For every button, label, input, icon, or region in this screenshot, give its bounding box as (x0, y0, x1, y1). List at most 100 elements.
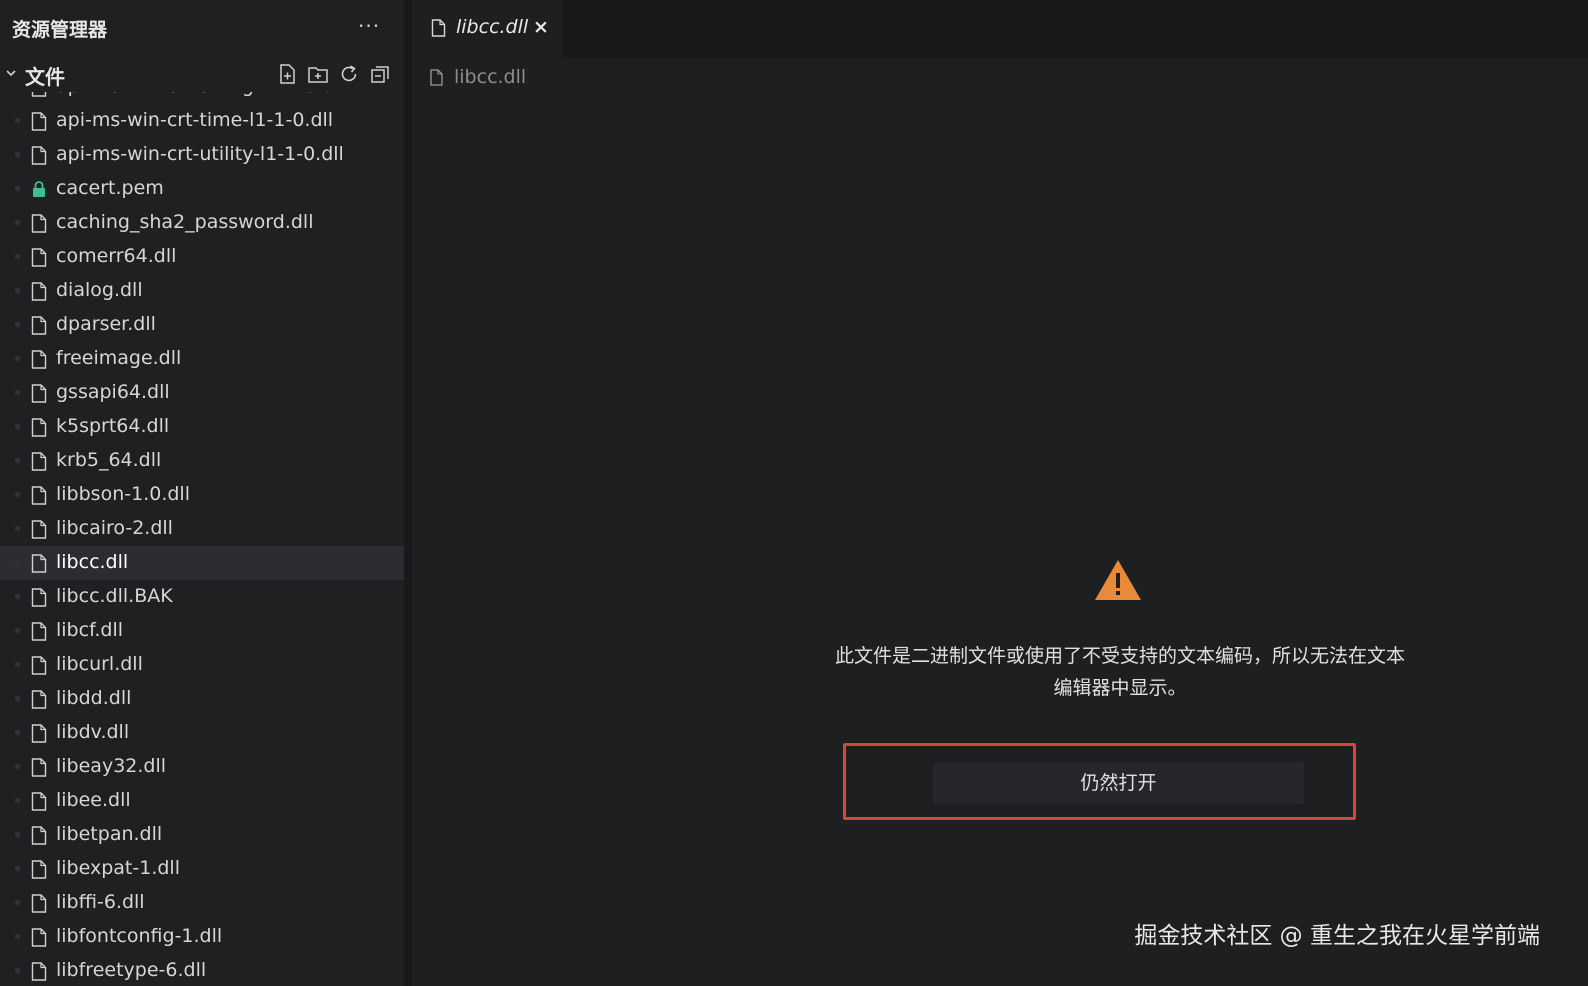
file-item[interactable]: comerr64.dll (0, 240, 404, 274)
file-icon (31, 588, 47, 607)
indent-guide (15, 186, 20, 191)
file-item[interactable]: dialog.dll (0, 274, 404, 308)
indent-guide (15, 628, 20, 633)
open-anyway-button[interactable]: 仍然打开 (933, 762, 1304, 804)
file-name: comerr64.dll (56, 245, 177, 267)
file-icon (31, 282, 47, 301)
file-name: caching_sha2_password.dll (56, 211, 314, 233)
section-header-files[interactable]: 文件 (0, 58, 404, 92)
file-icon (31, 350, 47, 369)
watermark-text: 掘金技术社区 @ 重生之我在火星学前端 (1134, 923, 1540, 949)
indent-guide (15, 900, 20, 905)
message-line-2: 编辑器中显示。 (1053, 677, 1187, 699)
file-item[interactable]: libcairo-2.dll (0, 512, 404, 546)
file-item[interactable]: libcf.dll (0, 614, 404, 648)
file-item[interactable]: libetpan.dll (0, 818, 404, 852)
file-item[interactable]: caching_sha2_password.dll (0, 206, 404, 240)
file-name: libfreetype-6.dll (56, 959, 207, 981)
file-item[interactable]: k5sprt64.dll (0, 410, 404, 444)
file-item[interactable]: gssapi64.dll (0, 376, 404, 410)
chevron-down-icon (6, 70, 16, 77)
indent-guide (15, 560, 20, 565)
file-name: gssapi64.dll (56, 381, 170, 403)
file-icon (31, 248, 47, 267)
indent-guide (15, 832, 20, 837)
file-item[interactable]: libcc.dll (0, 546, 404, 580)
new-file-icon[interactable] (276, 63, 298, 85)
indent-guide (15, 594, 20, 599)
file-name: k5sprt64.dll (56, 415, 170, 437)
file-name: libffi-6.dll (56, 891, 145, 913)
file-item[interactable]: libee.dll (0, 784, 404, 818)
indent-guide (15, 152, 20, 157)
file-name: api-ms-win-crt-utility-l1-1-0.dll (56, 143, 344, 165)
indent-guide (15, 118, 20, 123)
file-icon (31, 690, 47, 709)
file-icon (31, 384, 47, 403)
lock-icon (33, 181, 45, 197)
file-item[interactable]: libcc.dll.BAK (0, 580, 404, 614)
warning-icon (1095, 560, 1141, 600)
file-item[interactable]: cacert.pem (0, 172, 404, 206)
file-icon (31, 928, 47, 947)
tab-libcc-dll[interactable]: libcc.dll × (412, 0, 563, 58)
file-name: dialog.dll (56, 279, 143, 301)
file-item[interactable]: libdv.dll (0, 716, 404, 750)
file-name: libexpat-1.dll (56, 857, 180, 879)
tab-bar: libcc.dll × (412, 0, 1588, 58)
file-item[interactable]: libfontconfig-1.dll (0, 920, 404, 954)
indent-guide (15, 356, 20, 361)
file-name: libbson-1.0.dll (56, 483, 190, 505)
file-item[interactable]: libeay32.dll (0, 750, 404, 784)
file-icon (31, 724, 47, 743)
indent-guide (15, 526, 20, 531)
indent-guide (15, 288, 20, 293)
explorer-title: 资源管理器 (12, 19, 108, 41)
app-window: 资源管理器 ··· api-ms-win-crt-string-l1-1-0.d… (0, 0, 1588, 986)
file-item[interactable]: libdd.dll (0, 682, 404, 716)
file-item[interactable]: libbson-1.0.dll (0, 478, 404, 512)
file-icon (31, 452, 47, 471)
more-actions-button[interactable]: ··· (358, 14, 380, 38)
file-icon (31, 554, 47, 573)
file-item[interactable]: krb5_64.dll (0, 444, 404, 478)
message-line-1: 此文件是二进制文件或使用了不受支持的文本编码，所以无法在文本 (834, 645, 1405, 667)
file-icon (31, 520, 47, 539)
collapse-all-icon[interactable] (369, 63, 391, 85)
explorer-sidebar: 资源管理器 ··· api-ms-win-crt-string-l1-1-0.d… (0, 0, 404, 986)
indent-guide (15, 458, 20, 463)
new-folder-icon[interactable] (307, 63, 329, 85)
file-list: api-ms-win-crt-string-l1-1-0.dllapi-ms-w… (0, 84, 404, 986)
file-icon (31, 112, 47, 131)
indent-guide (15, 424, 20, 429)
section-label: 文件 (25, 65, 65, 89)
sidebar-resize-handle[interactable] (404, 0, 412, 986)
breadcrumb-label: libcc.dll (454, 66, 527, 88)
file-name: libcairo-2.dll (56, 517, 173, 539)
binary-file-message: 此文件是二进制文件或使用了不受支持的文本编码，所以无法在文本 编辑器中显示。 (810, 640, 1430, 704)
file-item[interactable]: libexpat-1.dll (0, 852, 404, 886)
file-item[interactable]: dparser.dll (0, 308, 404, 342)
file-icon (31, 214, 47, 233)
file-name: api-ms-win-crt-time-l1-1-0.dll (56, 109, 334, 131)
file-item[interactable]: api-ms-win-crt-utility-l1-1-0.dll (0, 138, 404, 172)
refresh-icon[interactable] (338, 63, 360, 85)
file-item[interactable]: api-ms-win-crt-time-l1-1-0.dll (0, 104, 404, 138)
file-item[interactable]: libcurl.dll (0, 648, 404, 682)
indent-guide (15, 730, 20, 735)
file-item[interactable]: libffi-6.dll (0, 886, 404, 920)
file-icon (31, 622, 47, 641)
indent-guide (15, 492, 20, 497)
file-name: libdd.dll (56, 687, 132, 709)
indent-guide (15, 220, 20, 225)
file-item[interactable]: freeimage.dll (0, 342, 404, 376)
close-icon[interactable]: × (533, 16, 549, 38)
tab-label: libcc.dll (456, 16, 529, 38)
file-name: libdv.dll (56, 721, 130, 743)
file-icon (430, 69, 443, 86)
file-icon (31, 486, 47, 505)
file-name: dparser.dll (56, 313, 156, 335)
file-icon (431, 19, 446, 37)
file-item[interactable]: libfreetype-6.dll (0, 954, 404, 986)
file-name: freeimage.dll (56, 347, 182, 369)
